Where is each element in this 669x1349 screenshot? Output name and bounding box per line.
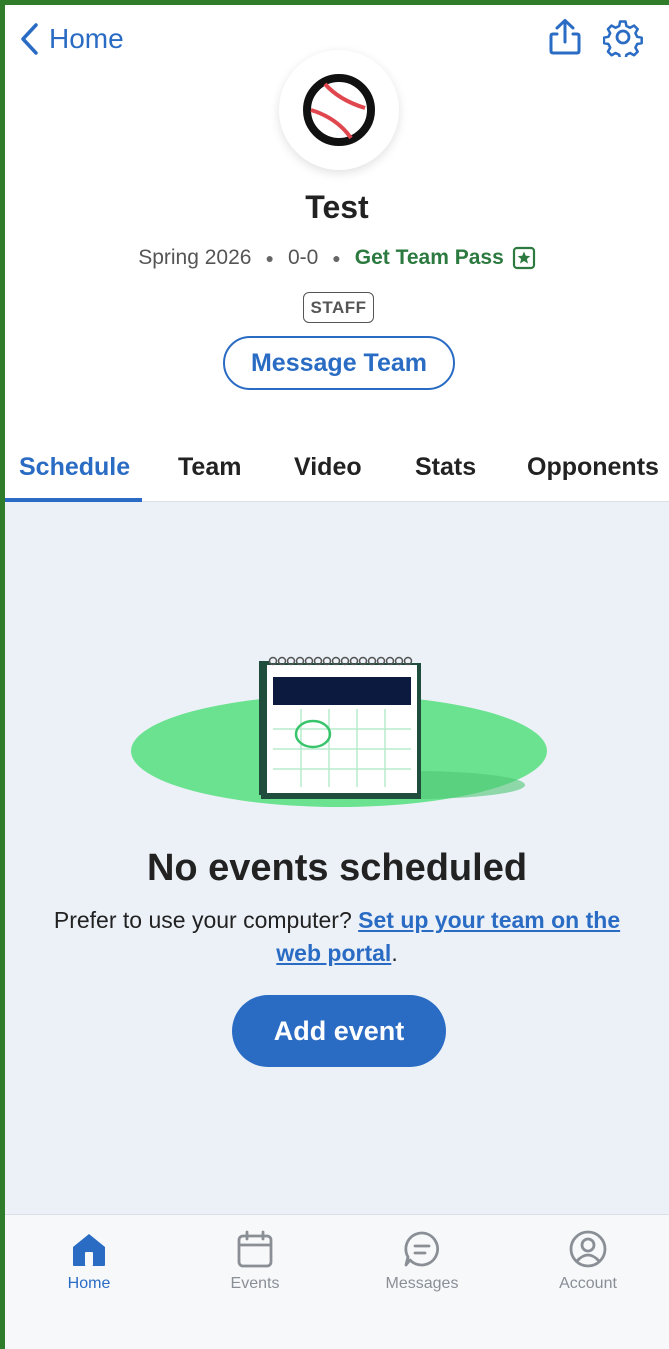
gear-icon	[602, 20, 643, 61]
nav-account-label: Account	[559, 1275, 617, 1292]
role-badge: STAFF	[303, 292, 374, 323]
nav-home-label: Home	[67, 1275, 111, 1292]
team-pass-label: Get Team Pass	[354, 246, 504, 269]
season-label: Spring 2026	[138, 246, 252, 269]
nav-events[interactable]: Events	[195, 1229, 315, 1293]
back-label: Home	[49, 23, 124, 54]
team-name: Test	[305, 189, 369, 225]
tab-video[interactable]: Video	[294, 453, 362, 482]
separator-dot: ●	[332, 250, 341, 266]
tab-stats[interactable]: Stats	[415, 453, 476, 482]
team-meta: Spring 2026 ● 0-0 ● Get Team Pass	[5, 246, 669, 270]
nav-messages[interactable]: Messages	[362, 1229, 482, 1293]
nav-messages-label: Messages	[385, 1275, 459, 1292]
tab-bar: Schedule Team Video Stats Opponents	[5, 435, 669, 502]
nav-events-label: Events	[230, 1275, 280, 1292]
share-button[interactable]	[545, 17, 585, 57]
chevron-left-icon	[21, 23, 38, 55]
settings-button[interactable]	[602, 17, 643, 61]
back-button[interactable]: Home	[19, 19, 124, 59]
schedule-empty-state: No events scheduled Prefer to use your c…	[5, 502, 669, 1214]
empty-state-description: Prefer to use your computer? Set up your…	[45, 904, 629, 970]
account-icon	[569, 1230, 607, 1268]
calendar-icon	[237, 1230, 273, 1268]
baseball-icon	[303, 74, 375, 146]
tab-schedule[interactable]: Schedule	[19, 453, 130, 482]
share-icon	[549, 19, 581, 55]
home-icon	[73, 1234, 105, 1266]
bottom-nav: Home Events Messages Account	[5, 1214, 669, 1349]
description-suffix: .	[391, 940, 398, 966]
team-record: 0-0	[287, 246, 319, 269]
nav-home[interactable]: Home	[29, 1229, 149, 1293]
team-home-screen: Home Test Spring 2026 ● 0-0 ● Get Team P…	[5, 5, 669, 1349]
calendar-illustration	[131, 656, 547, 807]
description-prefix: Prefer to use your computer?	[53, 907, 352, 933]
nav-account[interactable]: Account	[528, 1229, 648, 1293]
add-event-button[interactable]: Add event	[232, 995, 446, 1067]
message-team-button[interactable]: Message Team	[223, 336, 455, 390]
tab-opponents[interactable]: Opponents	[527, 453, 659, 482]
empty-state-title: No events scheduled	[146, 847, 528, 889]
tab-team[interactable]: Team	[178, 453, 241, 482]
star-badge-icon	[512, 246, 535, 270]
team-logo	[279, 50, 399, 170]
team-pass-link[interactable]: Get Team Pass	[355, 246, 536, 270]
message-icon	[404, 1231, 439, 1267]
separator-dot: ●	[265, 250, 274, 266]
